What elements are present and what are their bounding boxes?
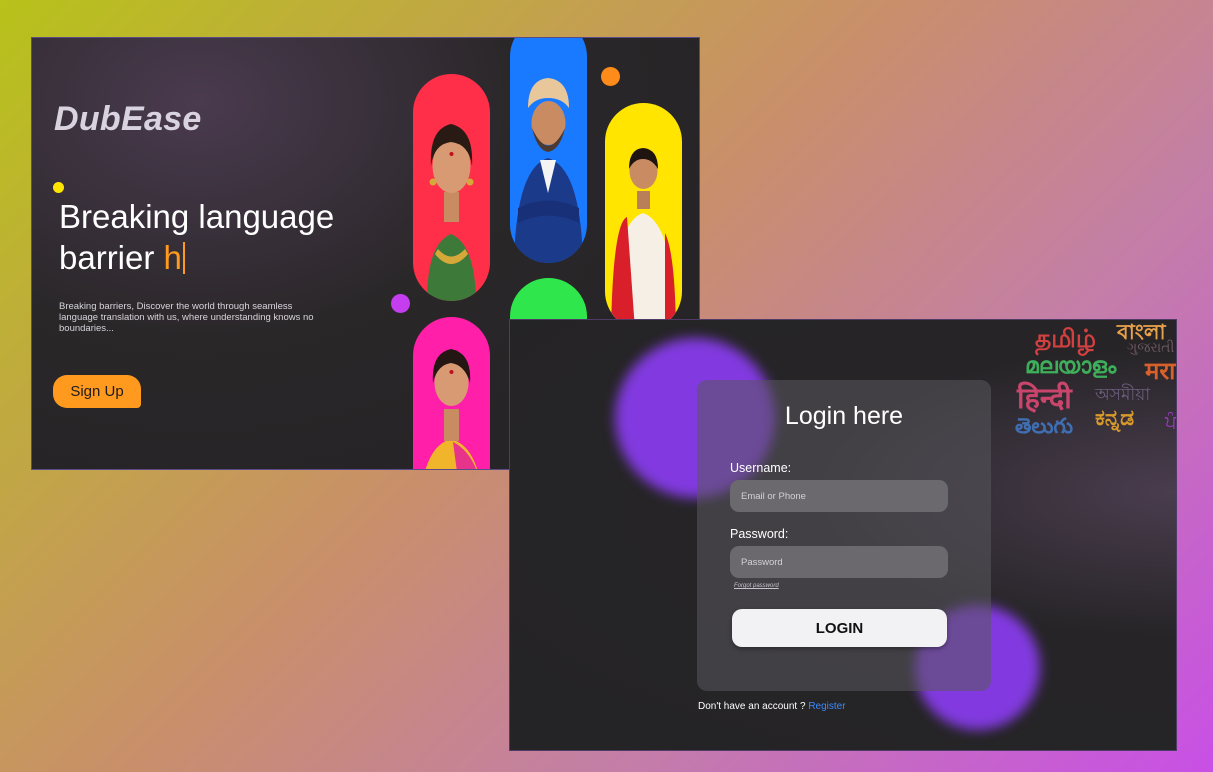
- headline-line-2: barrier: [59, 239, 164, 276]
- script-hindi: हिन्दी: [1017, 381, 1072, 415]
- portrait-woman-pink: [413, 317, 490, 469]
- login-button[interactable]: LOGIN: [732, 609, 947, 647]
- script-telugu: తెలుగు: [1015, 414, 1074, 438]
- portrait-woman-saree-yellow: [605, 103, 682, 330]
- portrait-man-blue-suit: [510, 38, 587, 263]
- password-input[interactable]: [730, 546, 948, 578]
- decorative-purple-dot: [391, 294, 410, 313]
- typing-caret: [182, 242, 185, 274]
- register-link[interactable]: Register: [808, 701, 845, 712]
- hero-headline: Breaking language barrier h: [59, 196, 389, 278]
- language-scripts-artwork: বাংলা தமிழ் ગુજરાતી മലയാളം मराठी हिन्दी …: [1015, 320, 1177, 454]
- script-malayalam: മലയാളം: [1025, 354, 1117, 379]
- brand-logo[interactable]: DubEase: [54, 100, 202, 139]
- hero-description: Breaking barriers, Discover the world th…: [59, 301, 314, 334]
- headline-typed-text: h: [163, 239, 182, 276]
- password-label: Password:: [730, 527, 789, 541]
- username-input[interactable]: [730, 480, 948, 512]
- woman-saree-illustration: [611, 148, 676, 330]
- decorative-yellow-dot: [53, 182, 64, 193]
- username-label: Username:: [730, 461, 792, 475]
- script-punjabi: ਪੰ: [1165, 412, 1177, 433]
- man-portrait-illustration: [514, 78, 583, 263]
- headline-line-1: Breaking language: [59, 198, 335, 235]
- woman-pink-illustration: [425, 349, 478, 469]
- script-kannada: ಕನ್ನಡ: [1095, 406, 1135, 431]
- script-tamil: தமிழ்: [1035, 324, 1097, 353]
- login-form-panel: Login here Username: Password: Forgot pa…: [697, 380, 991, 691]
- register-prompt: Don't have an account ? Register: [698, 701, 846, 712]
- sign-up-button[interactable]: Sign Up: [53, 375, 141, 408]
- register-prompt-text: Don't have an account ?: [698, 701, 809, 712]
- login-title: Login here: [784, 402, 904, 430]
- forgot-password-link[interactable]: Forgot password: [734, 583, 779, 589]
- decorative-orange-dot: [601, 67, 620, 86]
- login-page-card: বাংলা தமிழ் ગુજરાતી മലയാളം मराठी हिन्दी …: [509, 319, 1177, 751]
- woman-portrait-illustration: [427, 124, 476, 301]
- portrait-woman-red: [413, 74, 490, 301]
